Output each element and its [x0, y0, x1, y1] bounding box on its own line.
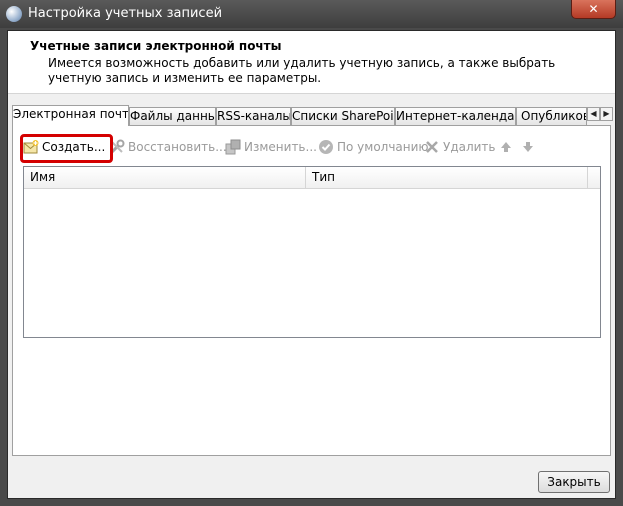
- edit-icon: [225, 139, 241, 155]
- list-header: Имя Тип: [24, 167, 600, 189]
- delete-x-icon: [424, 139, 440, 155]
- restore-button[interactable]: Восстановить...: [109, 138, 227, 156]
- arrow-down-icon: [520, 139, 536, 155]
- set-default-button[interactable]: По умолчанию: [318, 138, 429, 156]
- column-header-type[interactable]: Тип: [306, 167, 588, 188]
- move-up-button[interactable]: [498, 138, 517, 156]
- column-header-filler: [588, 167, 600, 188]
- move-down-button[interactable]: [520, 138, 539, 156]
- delete-button-label: Удалить: [443, 140, 496, 154]
- check-circle-icon: [318, 139, 334, 155]
- column-header-name[interactable]: Имя: [24, 167, 306, 188]
- header-title: Учетные записи электронной почты: [30, 39, 282, 53]
- tab-scroll-right-icon[interactable]: ▶: [600, 107, 613, 121]
- tab-data-files[interactable]: Файлы данных: [129, 107, 216, 125]
- toolbar: Создать... Восстановить... Изменить... П…: [13, 126, 610, 166]
- tab-internet-calendars[interactable]: Интернет-календари: [395, 107, 516, 125]
- titlebar[interactable]: Настройка учетных записей ✕: [0, 0, 623, 28]
- change-button[interactable]: Изменить...: [225, 138, 317, 156]
- tab-scroll-left-icon[interactable]: ◀: [587, 107, 600, 121]
- tab-email[interactable]: Электронная почта: [12, 105, 129, 126]
- tab-rss-feeds[interactable]: RSS-каналы: [216, 107, 291, 125]
- window-title: Настройка учетных записей: [28, 6, 223, 21]
- email-accounts-list[interactable]: Имя Тип: [23, 166, 601, 338]
- delete-button[interactable]: Удалить: [424, 138, 496, 156]
- close-button[interactable]: Закрыть: [538, 471, 610, 493]
- restore-button-label: Восстановить...: [128, 140, 227, 154]
- dialog-client-area: Учетные записи электронной почты Имеется…: [7, 30, 616, 499]
- account-settings-window: Настройка учетных записей ✕ Учетные запи…: [0, 0, 623, 506]
- app-icon: [6, 6, 22, 22]
- arrow-up-icon: [498, 139, 514, 155]
- dialog-header: Учетные записи электронной почты Имеется…: [8, 31, 615, 94]
- tab-strip: Электронная почта Файлы данных RSS-канал…: [12, 105, 613, 126]
- header-description: Имеется возможность добавить или удалить…: [48, 56, 556, 85]
- create-button-highlight: [20, 134, 113, 163]
- tab-sharepoint-lists[interactable]: Списки SharePoint: [291, 107, 395, 125]
- set-default-button-label: По умолчанию: [337, 140, 429, 154]
- change-button-label: Изменить...: [244, 140, 317, 154]
- email-tab-panel: Создать... Восстановить... Изменить... П…: [12, 125, 611, 456]
- tab-published-calendars[interactable]: Опубликованные календари: [516, 107, 587, 125]
- window-close-button[interactable]: ✕: [571, 0, 616, 19]
